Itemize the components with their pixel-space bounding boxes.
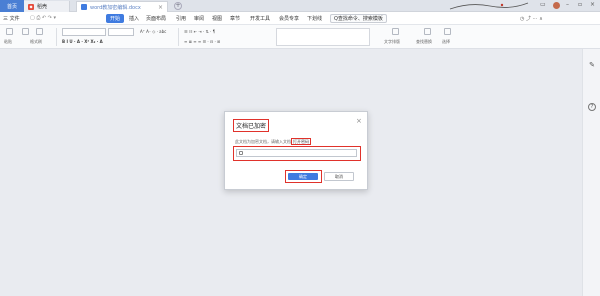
cut-icon[interactable] <box>22 28 29 35</box>
menu-item-underline[interactable]: 下划线 <box>307 15 322 22</box>
ok-button-highlight: 确定 <box>285 170 322 183</box>
quick-access-icons[interactable]: ▢ ⎙ ↶ ↷ ▾ <box>30 15 56 21</box>
style-gallery[interactable] <box>276 28 370 46</box>
select-icon[interactable] <box>444 28 451 35</box>
right-side-panel: ✎ ? <box>582 49 600 296</box>
toolbar-divider <box>56 28 57 46</box>
select-label: 选择 <box>442 39 450 44</box>
draft-logo-icon: ◆ <box>28 3 34 10</box>
menu-item-chapter[interactable]: 章节 <box>230 15 240 22</box>
ribbon-toolbar: 粘贴 格式刷 B I U · A · X² X₂ · A A⁺ A⁻ ◇ · a… <box>0 25 600 49</box>
paste-label: 粘贴 <box>4 39 12 44</box>
menu-item-page-layout[interactable]: 页面布局 <box>146 15 166 22</box>
open-password-highlight: 打开密码 <box>291 138 311 145</box>
lock-icon <box>239 151 243 155</box>
menu-item-insert[interactable]: 插入 <box>129 15 139 22</box>
align-icons[interactable]: ≡ ≣ ≡ ≡ ☰ · ⊟ · ⊞ <box>184 39 220 44</box>
title-tab-bar: 首页 ◆ 稻壳 word教加密编辑.docx × + ▭ – ▫ × <box>0 0 600 12</box>
layout-icon[interactable]: ▭ <box>540 1 546 8</box>
menu-item-review[interactable]: 审阅 <box>194 15 204 22</box>
text-format-icons[interactable]: B I U · A · X² X₂ · A <box>62 39 103 44</box>
text-layout-label: 文字排版 <box>384 39 400 44</box>
menu-file[interactable]: 三 文件 <box>3 15 20 22</box>
text-layout-icon[interactable] <box>392 28 399 35</box>
password-dialog: 文档已加密 × 此文档为加密文档，请输入文档 打开密码 确定 取消 <box>224 111 368 190</box>
maximize-icon[interactable]: ▫ <box>578 1 582 8</box>
close-window-icon[interactable]: × <box>590 1 595 8</box>
tab-document-label: word教加密编辑.docx <box>90 4 141 11</box>
menu-item-view[interactable]: 视图 <box>212 15 222 22</box>
doc-file-icon <box>81 4 87 10</box>
password-field-highlight <box>233 146 361 161</box>
dialog-message: 此文档为加密文档，请输入文档 打开密码 <box>235 138 311 145</box>
new-tab-button[interactable]: + <box>174 2 182 10</box>
paste-icon[interactable] <box>6 28 13 35</box>
command-search[interactable]: Q查找命令、搜索模板 <box>330 14 387 23</box>
font-size-select[interactable] <box>108 28 134 36</box>
menu-item-references[interactable]: 引用 <box>176 15 186 22</box>
password-input[interactable] <box>236 149 357 157</box>
menu-right-icons[interactable]: ◷ ⤴ ⋯ ∧ <box>520 15 543 22</box>
help-icon[interactable]: ? <box>588 103 596 111</box>
list-icons[interactable]: ☰ ☷ ⇤ ⇥ · ⇅ · ¶ <box>184 29 215 34</box>
minimize-icon[interactable]: – <box>566 1 569 8</box>
font-size-adjust-icons[interactable]: A⁺ A⁻ ◇ · abc <box>140 29 166 34</box>
copy-icon[interactable] <box>36 28 43 35</box>
find-replace-icon[interactable] <box>424 28 431 35</box>
close-tab-icon[interactable]: × <box>158 4 163 11</box>
tab-document[interactable]: word教加密编辑.docx × <box>76 1 168 12</box>
tab-draft[interactable]: ◆ 稻壳 <box>24 1 70 12</box>
find-replace-label: 查找替换 <box>416 39 432 44</box>
toolbar-divider <box>178 28 179 46</box>
menu-item-start[interactable]: 开始 <box>106 14 125 23</box>
dialog-title: 文档已加密 <box>233 119 270 132</box>
cancel-button[interactable]: 取消 <box>324 172 354 181</box>
font-name-select[interactable] <box>62 28 106 36</box>
tab-draft-label: 稻壳 <box>37 4 48 10</box>
dialog-message-text: 此文档为加密文档，请输入文档 <box>235 139 291 144</box>
format-painter-label: 格式刷 <box>30 39 42 44</box>
tab-home-label: 首页 <box>6 3 17 10</box>
menu-bar: 三 文件 ▢ ⎙ ↶ ↷ ▾ 开始 插入 页面布局 引用 审阅 视图 章节 开发… <box>0 12 600 25</box>
ink-decoration-icon <box>449 2 529 10</box>
user-avatar[interactable] <box>553 2 560 9</box>
dialog-close-icon[interactable]: × <box>356 117 362 125</box>
menu-item-member[interactable]: 会员专享 <box>279 15 299 22</box>
menu-item-developer[interactable]: 开发工具 <box>250 15 270 22</box>
tab-home[interactable]: 首页 <box>0 0 24 12</box>
ok-button[interactable]: 确定 <box>288 173 318 180</box>
edit-pen-icon[interactable]: ✎ <box>588 61 596 69</box>
